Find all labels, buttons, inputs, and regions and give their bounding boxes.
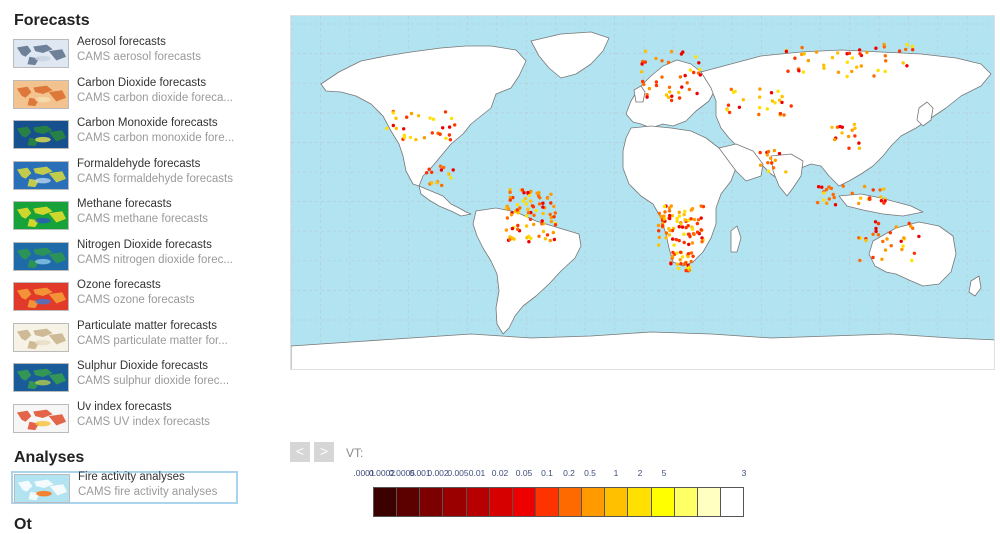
legend-tick-label: 2 [637, 468, 643, 478]
legend-tick-label: 0.05 [515, 468, 533, 478]
legend-swatch [559, 488, 583, 516]
layer-item-subtitle: CAMS formaldehyde forecasts [77, 172, 233, 185]
legend-swatch [489, 488, 513, 516]
layer-item-title: Carbon Dioxide forecasts [77, 76, 207, 89]
antarctica [291, 331, 994, 369]
madagascar [730, 225, 742, 253]
layer-item-so2[interactable]: Sulphur Dioxide forecasts CAMS sulphur d… [12, 360, 238, 398]
co2-thumbnail [13, 79, 69, 109]
layer-item-title: Formaldehyde forecasts [77, 157, 201, 170]
legend-swatch [374, 488, 398, 516]
uv-thumbnail [13, 403, 69, 433]
analyses-heading: Analyses [14, 449, 85, 466]
greenland [530, 31, 610, 79]
north-america [320, 45, 527, 187]
chevron-right-icon: > [319, 443, 329, 459]
layer-item-title: Carbon Monoxide forecasts [77, 117, 218, 129]
ch4-thumbnail [13, 201, 69, 230]
legend-tick-label: 0.005 [447, 468, 469, 478]
layer-item-title: Uv index forecasts [77, 400, 172, 413]
o3-thumbnail [13, 282, 69, 311]
legend-swatch [420, 488, 444, 516]
legend-swatch [466, 488, 490, 516]
legend-tick-label: 0.002 [427, 468, 449, 478]
legend-tick-label: 5 [661, 468, 667, 478]
layer-item-title: Ozone forecasts [77, 279, 161, 291]
layer-item-subtitle: CAMS carbon monoxide fore... [77, 132, 235, 144]
legend-swatch [674, 488, 698, 516]
layer-item-title: Particulate matter forecasts [77, 319, 217, 332]
layer-item-fire[interactable]: Fire activity analyses CAMS fire activit… [11, 471, 238, 504]
layer-item-o3[interactable]: Ozone forecasts CAMS ozone forecasts [12, 279, 238, 317]
chevron-left-icon: < [295, 443, 305, 459]
legend-swatch [697, 488, 721, 516]
legend-swatch [628, 488, 652, 516]
layer-item-pm[interactable]: Particulate matter forecasts CAMS partic… [12, 319, 238, 358]
legend-swatch [512, 488, 536, 516]
fire-thumbnail [14, 474, 70, 503]
layer-item-title: Sulphur Dioxide forecasts [77, 360, 209, 372]
layer-item-hcho[interactable]: Formaldehyde forecasts CAMS formaldehyde… [12, 157, 238, 196]
aerosol-thumbnail [13, 39, 69, 68]
layer-item-title: Methane forecasts [77, 198, 172, 210]
layer-item-co[interactable]: Carbon Monoxide forecasts CAMS carbon mo… [12, 117, 238, 155]
layer-item-aerosol[interactable]: Aerosol forecasts CAMS aerosol forecasts [12, 36, 238, 74]
layer-item-subtitle: CAMS fire activity analyses [78, 486, 218, 498]
australia [868, 221, 957, 287]
hcho-thumbnail [13, 160, 69, 190]
legend-swatch [582, 488, 606, 516]
forecasts-heading: Forecasts [14, 12, 90, 29]
world-map[interactable] [290, 15, 995, 370]
legend-swatch [605, 488, 629, 516]
layer-item-subtitle: CAMS ozone forecasts [77, 294, 195, 306]
africa [622, 125, 737, 267]
layer-item-title: Aerosol forecasts [77, 36, 166, 48]
legend-swatch [535, 488, 559, 516]
layer-item-title: Nitrogen Dioxide forecasts [77, 238, 212, 251]
layer-sidebar: Forecasts Aerosol forecasts CAMS aerosol… [0, 0, 250, 533]
other-heading: Ot [14, 516, 32, 533]
layer-item-title: Fire activity analyses [78, 471, 185, 483]
layer-item-no2[interactable]: Nitrogen Dioxide forecasts CAMS nitrogen… [12, 238, 238, 277]
pm-thumbnail [13, 322, 69, 352]
valid-time-label: VT: [346, 446, 364, 460]
legend-colorbar [373, 487, 744, 517]
legend-tick-label: 0.5 [584, 468, 596, 478]
legend-tick-label: 0.01 [468, 468, 486, 478]
fire-map-canvas[interactable] [291, 16, 995, 370]
central-america [418, 185, 472, 217]
layer-item-subtitle: CAMS UV index forecasts [77, 415, 210, 428]
so2-thumbnail [13, 363, 69, 392]
layer-item-subtitle: CAMS particulate matter for... [77, 334, 228, 347]
legend-swatch [651, 488, 675, 516]
co-thumbnail [13, 120, 69, 149]
layer-item-subtitle: CAMS nitrogen dioxide forec... [77, 253, 233, 266]
legend-swatch [443, 488, 467, 516]
no2-thumbnail [13, 241, 69, 271]
layer-item-subtitle: CAMS sulphur dioxide forec... [77, 375, 230, 387]
layer-item-uv[interactable]: Uv index forecasts CAMS UV index forecas… [12, 400, 238, 439]
legend-tick-label: 3 [741, 468, 747, 478]
layer-item-subtitle: CAMS methane forecasts [77, 213, 209, 225]
new-zealand [968, 275, 982, 297]
layer-item-co2[interactable]: Carbon Dioxide forecasts CAMS carbon dio… [12, 76, 238, 115]
layer-item-subtitle: CAMS carbon dioxide foreca... [77, 91, 233, 104]
legend-tick-label: 1 [613, 468, 619, 478]
legend-swatch [397, 488, 421, 516]
legend-tick-label: 0.1 [541, 468, 553, 478]
legend-swatch [720, 488, 743, 516]
layer-item-subtitle: CAMS aerosol forecasts [77, 51, 201, 63]
previous-time-button[interactable]: < [290, 442, 310, 462]
legend-tick-label: 0.2 [563, 468, 575, 478]
legend-tick-label: 0.02 [491, 468, 509, 478]
layer-item-ch4[interactable]: Methane forecasts CAMS methane forecasts [12, 198, 238, 236]
next-time-button[interactable]: > [314, 442, 334, 462]
